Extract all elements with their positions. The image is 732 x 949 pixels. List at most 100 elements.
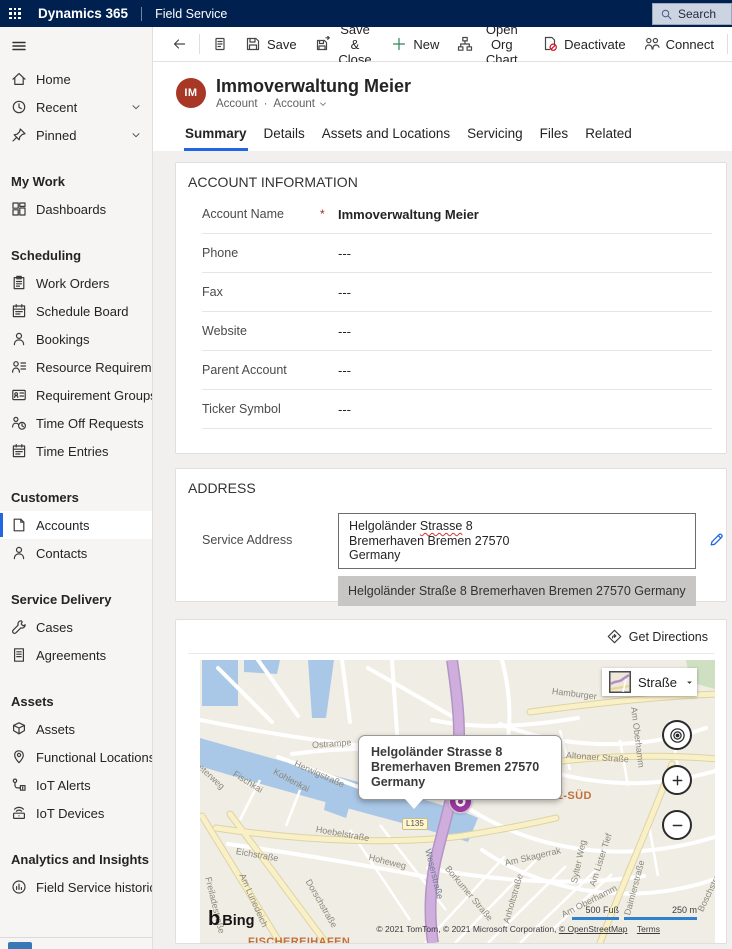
search-input[interactable]: Search — [652, 3, 732, 25]
doc-corner-icon — [11, 517, 27, 533]
sidebar-item-contacts[interactable]: Contacts — [0, 539, 152, 567]
field-row-fax: Fax--- — [202, 273, 712, 312]
insights-icon — [11, 879, 27, 895]
locate-icon — [669, 727, 686, 744]
waffle-menu-icon[interactable] — [0, 0, 30, 27]
sidebar-item-iot-alerts[interactable]: IoT Alerts — [0, 771, 152, 799]
search-label: Search — [678, 7, 716, 21]
command-bar: SaveSave & CloseNewOpen Org ChartDeactiv… — [153, 27, 732, 62]
toolbar-new[interactable]: New — [382, 30, 448, 58]
chevron-down-icon — [318, 99, 328, 109]
cube-icon — [11, 721, 27, 737]
tab-files[interactable]: Files — [539, 124, 570, 151]
doc-lines-icon — [11, 647, 27, 663]
toolbar-open-org-chart[interactable]: Open Org Chart — [448, 30, 533, 58]
address-suggestion[interactable]: Helgoländer Straße 8 Bremerhaven Bremen … — [338, 576, 696, 606]
sidebar-item-pinned[interactable]: Pinned — [0, 121, 152, 149]
pencil-icon — [708, 531, 725, 551]
scale-meters-bar — [624, 917, 697, 920]
topbar-divider — [141, 7, 142, 21]
sidebar-item-work-orders[interactable]: Work Orders — [0, 269, 152, 297]
person-icon — [11, 331, 27, 347]
person-lines-icon — [11, 359, 27, 375]
sidebar-item-time-off-requests[interactable]: Time Off Requests — [0, 409, 152, 437]
sidebar-item-requirement-groups[interactable]: Requirement Groups — [0, 381, 152, 409]
hamburger-menu-icon[interactable] — [0, 27, 27, 65]
sidebar-item-bookings[interactable]: Bookings — [0, 325, 152, 353]
toolbar-back[interactable] — [163, 30, 195, 58]
office-top-bar: Dynamics 365 Field Service Search — [0, 0, 732, 27]
zoom-out-button[interactable] — [662, 810, 692, 840]
sidebar-item-cases[interactable]: Cases — [0, 613, 152, 641]
field-value[interactable]: --- — [338, 324, 351, 339]
toolbar-form-switcher[interactable] — [204, 30, 236, 58]
map-style-selector[interactable]: Straße — [602, 668, 697, 696]
field-label: Account Name — [202, 207, 320, 221]
field-value[interactable]: --- — [338, 285, 351, 300]
clock-person-icon — [11, 415, 27, 431]
sidebar-item-functional-locations[interactable]: Functional Locations — [0, 743, 152, 771]
form-selector[interactable]: Account — [273, 98, 328, 110]
toolbar-connect[interactable]: Connect — [635, 30, 723, 58]
field-value[interactable]: --- — [338, 246, 351, 261]
sidebar-item-resource-requireme[interactable]: Resource Requireme... — [0, 353, 152, 381]
map-style-thumbnail-icon — [609, 671, 631, 693]
hamburger-icon — [11, 38, 27, 54]
field-value[interactable]: Immoverwaltung Meier — [338, 207, 479, 222]
deactivate-icon — [542, 36, 558, 52]
field-value[interactable]: --- — [338, 402, 351, 417]
account-information-section: ACCOUNT INFORMATION Account Name*Immover… — [175, 162, 727, 454]
directions-icon — [607, 629, 622, 644]
form-tabs: Summary Details Assets and Locations Servic… — [153, 124, 732, 151]
tab-related[interactable]: Related — [584, 124, 633, 151]
edit-address-button[interactable] — [708, 531, 725, 551]
sidebar-item-assets[interactable]: Assets — [0, 715, 152, 743]
map[interactable]: HamburgerOstrampeHerwigstraßeKohlenkaiFi… — [200, 660, 715, 943]
calendar-icon — [11, 443, 27, 459]
chevron-down-icon[interactable] — [130, 101, 142, 113]
sidebar-item-schedule-board[interactable]: Schedule Board — [0, 297, 152, 325]
locate-me-button[interactable] — [662, 720, 692, 750]
sidebar-item-home[interactable]: Home — [0, 65, 152, 93]
sidebar-item-field-service-historic[interactable]: Field Service historic... — [0, 873, 152, 901]
save-close-icon — [315, 36, 331, 52]
tab-assets-and-locations[interactable]: Assets and Locations — [321, 124, 451, 151]
section-title: ACCOUNT INFORMATION — [176, 163, 726, 195]
org-chart-icon — [457, 36, 473, 52]
sidebar-item-time-entries[interactable]: Time Entries — [0, 437, 152, 465]
search-icon — [660, 8, 673, 21]
clock-icon — [11, 99, 27, 115]
nav-group-assets: Assets — [0, 687, 152, 715]
iot-alert-icon — [11, 777, 27, 793]
area-switcher[interactable] — [8, 942, 32, 949]
save-icon — [245, 36, 261, 52]
get-directions-button[interactable]: Get Directions — [607, 629, 708, 644]
home-icon — [11, 71, 27, 87]
nav-group-scheduling: Scheduling — [0, 241, 152, 269]
bing-logo[interactable]: b Bing — [208, 909, 254, 929]
toolbar-deactivate[interactable]: Deactivate — [533, 30, 634, 58]
service-address-textarea[interactable]: Helgoländer Strasse 8Bremerhaven Bremen … — [338, 513, 696, 569]
map-address-popup: Helgoländer Strasse 8Bremerhaven Bremen … — [358, 735, 562, 800]
field-row-ticker-symbol: Ticker Symbol--- — [202, 390, 712, 429]
toolbar-save[interactable]: Save — [236, 30, 306, 58]
map-popup-text: Helgoländer Strasse 8Bremerhaven Bremen … — [371, 745, 539, 789]
sidebar-item-dashboards[interactable]: Dashboards — [0, 195, 152, 223]
tab-servicing[interactable]: Servicing — [466, 124, 524, 151]
section-title: ADDRESS — [176, 469, 726, 501]
sidebar-item-recent[interactable]: Recent — [0, 93, 152, 121]
terms-link[interactable]: Terms — [637, 924, 660, 934]
breadcrumb: Account · Account — [216, 98, 411, 110]
sidebar-item-iot-devices[interactable]: IoT Devices — [0, 799, 152, 827]
map-section: Get Directions — [175, 619, 727, 944]
tab-details[interactable]: Details — [263, 124, 306, 151]
sidebar-item-accounts[interactable]: Accounts — [0, 511, 152, 539]
calendar-icon — [11, 303, 27, 319]
field-value[interactable]: --- — [338, 363, 351, 378]
tab-summary[interactable]: Summary — [184, 124, 248, 151]
sidebar-item-agreements[interactable]: Agreements — [0, 641, 152, 669]
zoom-in-button[interactable] — [662, 765, 692, 795]
toolbar-save-close[interactable]: Save & Close — [306, 30, 383, 58]
chevron-down-icon[interactable] — [130, 129, 142, 141]
openstreetmap-link[interactable]: © OpenStreetMap — [559, 924, 628, 934]
